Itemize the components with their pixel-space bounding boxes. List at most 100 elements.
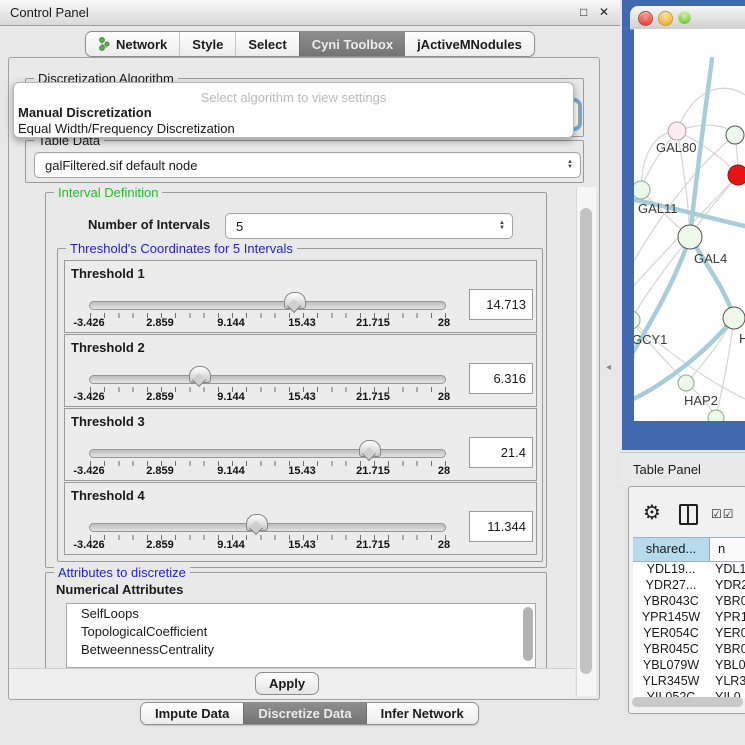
panel-scrollbar-thumb[interactable] xyxy=(580,208,592,674)
mac-close-icon[interactable] xyxy=(638,11,653,26)
threshold-4-value-field[interactable]: 11.344 xyxy=(469,511,533,542)
tab-discretize-data[interactable]: Discretize Data xyxy=(243,703,365,724)
number-of-intervals-label: Number of Intervals xyxy=(88,217,210,232)
tick-label: 28 xyxy=(438,539,450,551)
table-row[interactable]: YBR043CYBR0 xyxy=(633,594,745,610)
dropdown-hint: Select algorithm to view settings xyxy=(14,90,573,105)
node-gal4[interactable] xyxy=(678,225,702,249)
node-bottom[interactable] xyxy=(708,410,724,421)
collapse-handle-icon[interactable]: ◂ xyxy=(606,362,611,373)
threshold-2-value-field[interactable]: 6.316 xyxy=(469,363,533,394)
table-row[interactable]: YPR145WYPR1 xyxy=(633,610,745,626)
threshold-3-slider-thumb[interactable] xyxy=(359,440,381,457)
table-data-combobox[interactable]: galFiltered.sif default node ▲▼ xyxy=(34,152,581,178)
tick-label: 2.859 xyxy=(146,539,174,551)
apply-button[interactable]: Apply xyxy=(255,672,319,695)
control-panel-titlebar: Control Panel □ ✕ xyxy=(0,0,620,26)
tab-network[interactable]: Network xyxy=(86,32,179,56)
list-item[interactable]: TopologicalCoefficient xyxy=(67,622,535,640)
threshold-4-slider-thumb[interactable] xyxy=(246,514,268,531)
float-window-icon[interactable]: □ xyxy=(580,5,587,19)
list-item[interactable]: BetweennessCentrality xyxy=(67,640,535,658)
threshold-2-slider-thumb[interactable] xyxy=(189,366,211,383)
tab-select[interactable]: Select xyxy=(235,32,298,56)
dropdown-option-manual[interactable]: Manual Discretization xyxy=(18,105,152,120)
table-data-value: galFiltered.sif default node xyxy=(35,158,197,173)
slider-ticks xyxy=(90,313,446,318)
tick-label: 21.715 xyxy=(356,391,390,403)
close-icon[interactable]: ✕ xyxy=(599,5,609,19)
node-gal80[interactable] xyxy=(668,122,686,140)
tick-label: 2.859 xyxy=(146,391,174,403)
numerical-attributes-list[interactable]: SelfLoops TopologicalCoefficient Between… xyxy=(66,603,536,668)
node-label-gal11: GAL11 xyxy=(638,201,678,216)
tick-label: 21.715 xyxy=(356,317,390,329)
tick-label: 28 xyxy=(438,391,450,403)
node-selected-red[interactable] xyxy=(728,165,745,185)
select-columns-checkboxes-icon[interactable]: ☑☑ xyxy=(711,507,735,521)
threshold-4-panel: Threshold 4 -3.426 2.859 9.144 15.43 21.… xyxy=(64,482,537,555)
tick-label: 9.144 xyxy=(217,391,245,403)
node-label-h: H xyxy=(739,331,745,346)
tick-label: 15.43 xyxy=(288,465,316,477)
threshold-3-value-field[interactable]: 21.4 xyxy=(469,437,533,468)
node-gal11[interactable] xyxy=(634,181,650,199)
tab-jactivemnodules[interactable]: jActiveMNodules xyxy=(405,32,534,56)
network-tab-icon xyxy=(98,37,110,51)
network-window-titlebar[interactable] xyxy=(630,6,745,30)
attributes-group-title: Attributes to discretize xyxy=(54,565,190,580)
table-horizontal-scrollbar[interactable] xyxy=(632,697,743,707)
tick-label: -3.426 xyxy=(73,317,104,329)
table-panel-title: Table Panel xyxy=(633,462,701,477)
table-row[interactable]: YDL19...YDL1 xyxy=(633,562,745,578)
column-header-shared[interactable]: shared... xyxy=(633,538,710,561)
gear-icon[interactable]: ⚙ xyxy=(643,500,661,525)
window-title: Control Panel xyxy=(10,5,89,20)
threshold-1-slider-track[interactable] xyxy=(89,301,446,310)
tick-label: 21.715 xyxy=(356,539,390,551)
table-row[interactable]: YER054CYER0 xyxy=(633,626,745,642)
tab-impute-data[interactable]: Impute Data xyxy=(141,703,243,724)
tab-cyni-toolbox[interactable]: Cyni Toolbox xyxy=(299,32,405,56)
tick-label: 9.144 xyxy=(217,317,245,329)
number-of-intervals-value: 5 xyxy=(226,219,243,234)
dropdown-option-equal-width[interactable]: Equal Width/Frequency Discretization xyxy=(18,121,235,136)
threshold-1-slider-thumb[interactable] xyxy=(284,292,306,309)
interval-definition-title: Interval Definition xyxy=(54,185,162,200)
cyni-bottom-tabbar: Impute Data Discretize Data Infer Networ… xyxy=(140,702,479,725)
panel-scrollbar[interactable] xyxy=(576,187,596,696)
table-row[interactable]: YBL079WYBL0 xyxy=(633,658,745,674)
mac-minimize-icon[interactable] xyxy=(658,11,673,26)
split-columns-icon[interactable] xyxy=(679,504,698,525)
node-hap2[interactable] xyxy=(678,375,694,391)
tab-infer-network[interactable]: Infer Network xyxy=(366,703,478,724)
tick-label: 15.43 xyxy=(288,539,316,551)
mac-zoom-icon[interactable] xyxy=(678,11,691,24)
column-header-name[interactable]: n xyxy=(710,538,745,561)
network-graph: GAL80 GAL11 GAL4 GCY1 HAP2 H xyxy=(634,29,745,421)
list-item[interactable]: SelfLoops xyxy=(67,604,535,622)
network-canvas[interactable]: GAL80 GAL11 GAL4 GCY1 HAP2 H xyxy=(634,29,745,421)
table-data-group: Table Data galFiltered.sif default node … xyxy=(25,140,584,183)
threshold-3-slider-track[interactable] xyxy=(89,449,446,458)
threshold-2-slider-track[interactable] xyxy=(89,375,446,384)
threshold-1-value-field[interactable]: 14.713 xyxy=(469,289,533,320)
number-of-intervals-combobox[interactable]: 5 ▲▼ xyxy=(225,213,513,239)
table-row[interactable]: YBR045CYBR0 xyxy=(633,642,745,658)
table-row[interactable]: YDR27...YDR2 xyxy=(633,578,745,594)
table-row[interactable]: YLR345WYLR3 xyxy=(633,674,745,690)
network-window-frame[interactable]: GAL80 GAL11 GAL4 GCY1 HAP2 H xyxy=(622,0,745,450)
tick-label: 15.43 xyxy=(288,391,316,403)
node-h[interactable] xyxy=(723,307,745,329)
tab-network-label: Network xyxy=(116,37,167,52)
list-scrollbar[interactable] xyxy=(523,607,533,661)
node-top-right[interactable] xyxy=(726,126,744,144)
panel-tabbar: Network Style Select Cyni Toolbox jActiv… xyxy=(85,31,535,57)
numerical-attributes-label: Numerical Attributes xyxy=(56,582,183,597)
tab-style[interactable]: Style xyxy=(179,32,235,56)
node-label-gal80: GAL80 xyxy=(656,140,696,155)
table-panel-titlebar: Table Panel xyxy=(620,452,745,485)
threshold-3-label: Threshold 3 xyxy=(71,414,145,429)
thresholds-group-title: Threshold's Coordinates for 5 Intervals xyxy=(66,241,297,256)
tick-label: 2.859 xyxy=(146,465,174,477)
